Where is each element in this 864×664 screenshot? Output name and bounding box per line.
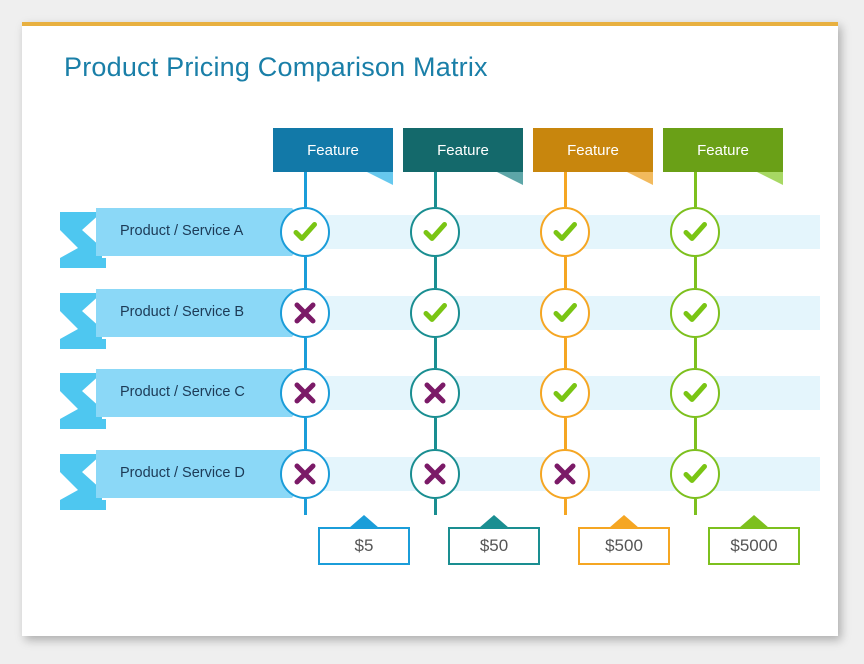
- cross-mark-icon: [421, 379, 449, 407]
- connector-row-link: [303, 418, 307, 449]
- matrix-cell-d3[interactable]: [540, 449, 590, 499]
- connector-row4-to-price: [303, 499, 307, 515]
- check-mark-icon: [680, 217, 710, 247]
- matrix-cell-c2[interactable]: [410, 368, 460, 418]
- connector-header-to-row1: [563, 172, 567, 207]
- connector-row-link: [563, 257, 567, 288]
- check-mark-icon: [550, 378, 580, 408]
- connector-row-link: [303, 338, 307, 368]
- feature-header-tab-2[interactable]: Feature: [403, 128, 523, 185]
- feature-header-label: Feature: [567, 141, 619, 159]
- connector-row-link: [433, 257, 437, 288]
- cross-mark-icon: [291, 460, 319, 488]
- check-mark-icon: [680, 298, 710, 328]
- check-mark-icon: [290, 217, 320, 247]
- price-card-4[interactable]: $5000: [708, 515, 800, 565]
- product-label: Product / Service D: [120, 465, 245, 481]
- price-value: $5: [318, 527, 410, 565]
- cross-mark-icon: [551, 460, 579, 488]
- connector-row-link: [693, 338, 697, 368]
- feature-header-label: Feature: [307, 141, 359, 159]
- cross-mark-icon: [291, 299, 319, 327]
- connector-row4-to-price: [433, 499, 437, 515]
- product-label: Product / Service B: [120, 304, 245, 320]
- product-label: Product / Service A: [120, 223, 244, 239]
- feature-header-label: Feature: [697, 141, 749, 159]
- price-value: $5000: [708, 527, 800, 565]
- connector-row-link: [563, 338, 567, 368]
- matrix-cell-c1[interactable]: [280, 368, 330, 418]
- matrix-cell-a4[interactable]: [670, 207, 720, 257]
- feature-header-tab-1[interactable]: Feature: [273, 128, 393, 185]
- matrix-cell-d1[interactable]: [280, 449, 330, 499]
- connector-row-link: [433, 338, 437, 368]
- check-mark-icon: [420, 298, 450, 328]
- matrix-cell-a2[interactable]: [410, 207, 460, 257]
- matrix-cell-a1[interactable]: [280, 207, 330, 257]
- feature-header-label: Feature: [437, 141, 489, 159]
- check-mark-icon: [420, 217, 450, 247]
- matrix-cell-b3[interactable]: [540, 288, 590, 338]
- matrix-cell-c4[interactable]: [670, 368, 720, 418]
- price-card-2[interactable]: $50: [448, 515, 540, 565]
- cross-mark-icon: [421, 460, 449, 488]
- check-mark-icon: [550, 217, 580, 247]
- connector-header-to-row1: [303, 172, 307, 207]
- connector-row4-to-price: [563, 499, 567, 515]
- connector-row-link: [303, 257, 307, 288]
- connector-header-to-row1: [433, 172, 437, 207]
- feature-header-tab-3[interactable]: Feature: [533, 128, 653, 185]
- connector-row-link: [693, 257, 697, 288]
- matrix-cell-a3[interactable]: [540, 207, 590, 257]
- cross-mark-icon: [291, 379, 319, 407]
- check-mark-icon: [680, 378, 710, 408]
- top-accent-bar: [22, 22, 838, 26]
- price-card-1[interactable]: $5: [318, 515, 410, 565]
- price-value: $50: [448, 527, 540, 565]
- connector-row-link: [693, 418, 697, 449]
- matrix-cell-c3[interactable]: [540, 368, 590, 418]
- connector-row-link: [563, 418, 567, 449]
- product-label: Product / Service C: [120, 384, 245, 400]
- connector-row-link: [433, 418, 437, 449]
- connector-header-to-row1: [693, 172, 697, 207]
- check-mark-icon: [680, 459, 710, 489]
- price-card-3[interactable]: $500: [578, 515, 670, 565]
- matrix-cell-b2[interactable]: [410, 288, 460, 338]
- matrix-cell-b1[interactable]: [280, 288, 330, 338]
- matrix-cell-d2[interactable]: [410, 449, 460, 499]
- price-value: $500: [578, 527, 670, 565]
- matrix-cell-b4[interactable]: [670, 288, 720, 338]
- slide-canvas: Product Pricing Comparison Matrix Produc…: [0, 0, 864, 664]
- page-title: Product Pricing Comparison Matrix: [64, 52, 488, 82]
- check-mark-icon: [550, 298, 580, 328]
- feature-header-tab-4[interactable]: Feature: [663, 128, 783, 185]
- matrix-cell-d4[interactable]: [670, 449, 720, 499]
- connector-row4-to-price: [693, 499, 697, 515]
